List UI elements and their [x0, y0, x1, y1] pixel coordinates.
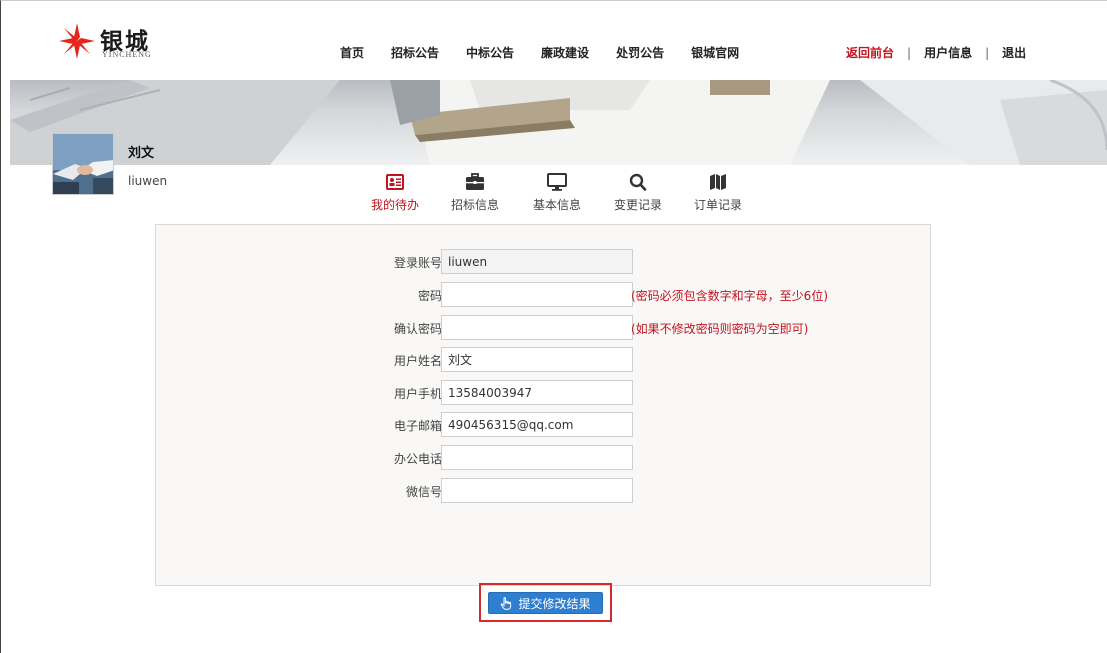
monitor-icon — [547, 173, 567, 191]
tab-order-log-label: 订单记录 — [693, 198, 742, 212]
tab-order-log[interactable]: 订单记录 — [688, 173, 748, 213]
form-row-name: 用户姓名 — [156, 347, 932, 372]
logo-star-icon — [59, 23, 95, 59]
password-field[interactable] — [441, 282, 633, 307]
email-field[interactable] — [441, 412, 633, 437]
form-row-office-phone: 办公电话 — [156, 445, 932, 470]
logout-link[interactable]: 退出 — [1002, 44, 1026, 61]
back-to-front-link[interactable]: 返回前台 — [846, 44, 894, 61]
office-phone-label: 办公电话 — [393, 452, 442, 466]
form-row-email: 电子邮箱 — [156, 412, 932, 437]
tab-tender-info[interactable]: 招标信息 — [445, 173, 505, 213]
confirm-password-field[interactable] — [441, 315, 633, 340]
nav-official-site[interactable]: 银城官网 — [691, 44, 739, 61]
form-row-confirm-password: 确认密码 (如果不修改密码则密码为空即可) — [156, 315, 932, 340]
main-nav: 首页 招标公告 中标公告 廉政建设 处罚公告 银城官网 — [340, 44, 766, 61]
account-edit-form: 登录账号 密码 (密码必须包含数字和字母，至少6位) 确认密码 (如果不修改密码… — [155, 224, 931, 586]
profile-banner — [10, 80, 1107, 165]
briefcase-icon — [466, 173, 484, 190]
nav-penalty-notice[interactable]: 处罚公告 — [616, 44, 664, 61]
tab-my-todo-label: 我的待办 — [370, 198, 419, 212]
form-row-phone: 用户手机 — [156, 380, 932, 405]
tab-change-log-label: 变更记录 — [613, 198, 662, 212]
wechat-field[interactable] — [441, 478, 633, 503]
password-label: 密码 — [417, 289, 442, 303]
form-row-wechat: 微信号 — [156, 478, 932, 503]
submit-changes-label: 提交修改结果 — [518, 596, 591, 611]
avatar — [52, 133, 114, 195]
account-field[interactable] — [441, 249, 633, 274]
site-header: 银城 YINCHENG 首页 招标公告 中标公告 廉政建设 处罚公告 银城官网 … — [10, 10, 1107, 80]
name-field[interactable] — [441, 347, 633, 372]
banner-image — [10, 80, 1107, 165]
office-phone-field[interactable] — [441, 445, 633, 470]
email-label: 电子邮箱 — [393, 419, 442, 433]
search-icon — [629, 173, 647, 191]
todo-card-icon — [386, 174, 404, 190]
hand-pointer-icon — [501, 596, 512, 610]
user-account-name: liuwen — [128, 174, 168, 188]
tab-basic-info-label: 基本信息 — [532, 198, 581, 212]
confirm-password-label: 确认密码 — [393, 322, 442, 336]
logo-subtitle: YINCHENG — [102, 50, 152, 59]
user-info-link[interactable]: 用户信息 — [924, 44, 972, 61]
submit-changes-button[interactable]: 提交修改结果 — [488, 592, 603, 614]
nav-home[interactable]: 首页 — [340, 44, 364, 61]
nav-award-notice[interactable]: 中标公告 — [466, 44, 514, 61]
tab-tender-info-label: 招标信息 — [450, 198, 499, 212]
yincheng-logo[interactable]: 银城 YINCHENG — [58, 22, 188, 62]
name-label: 用户姓名 — [393, 354, 442, 368]
password-hint: (密码必须包含数字和字母，至少6位) — [631, 289, 828, 303]
tab-change-log[interactable]: 变更记录 — [608, 173, 668, 213]
form-row-password: 密码 (密码必须包含数字和字母，至少6位) — [156, 282, 932, 307]
phone-label: 用户手机 — [393, 387, 442, 401]
tab-my-todo[interactable]: 我的待办 — [365, 173, 425, 213]
nav-separator: | — [907, 45, 912, 60]
form-row-account: 登录账号 — [156, 249, 932, 274]
nav-tender-notice[interactable]: 招标公告 — [391, 44, 439, 61]
map-icon — [710, 174, 726, 190]
profile-tabs: 我的待办 招标信息 基本信息 变更记录 订单记录 — [365, 173, 765, 218]
handshake-photo — [53, 134, 113, 194]
user-display-name: 刘文 — [128, 146, 155, 161]
nav-separator: | — [985, 45, 990, 60]
wechat-label: 微信号 — [405, 485, 442, 499]
tab-basic-info[interactable]: 基本信息 — [527, 173, 587, 213]
confirm-password-hint: (如果不修改密码则密码为空即可) — [631, 322, 809, 336]
user-nav: 返回前台 | 用户信息 | 退出 — [846, 44, 1026, 61]
nav-integrity[interactable]: 廉政建设 — [541, 44, 589, 61]
phone-field[interactable] — [441, 380, 633, 405]
account-label: 登录账号 — [393, 256, 442, 270]
